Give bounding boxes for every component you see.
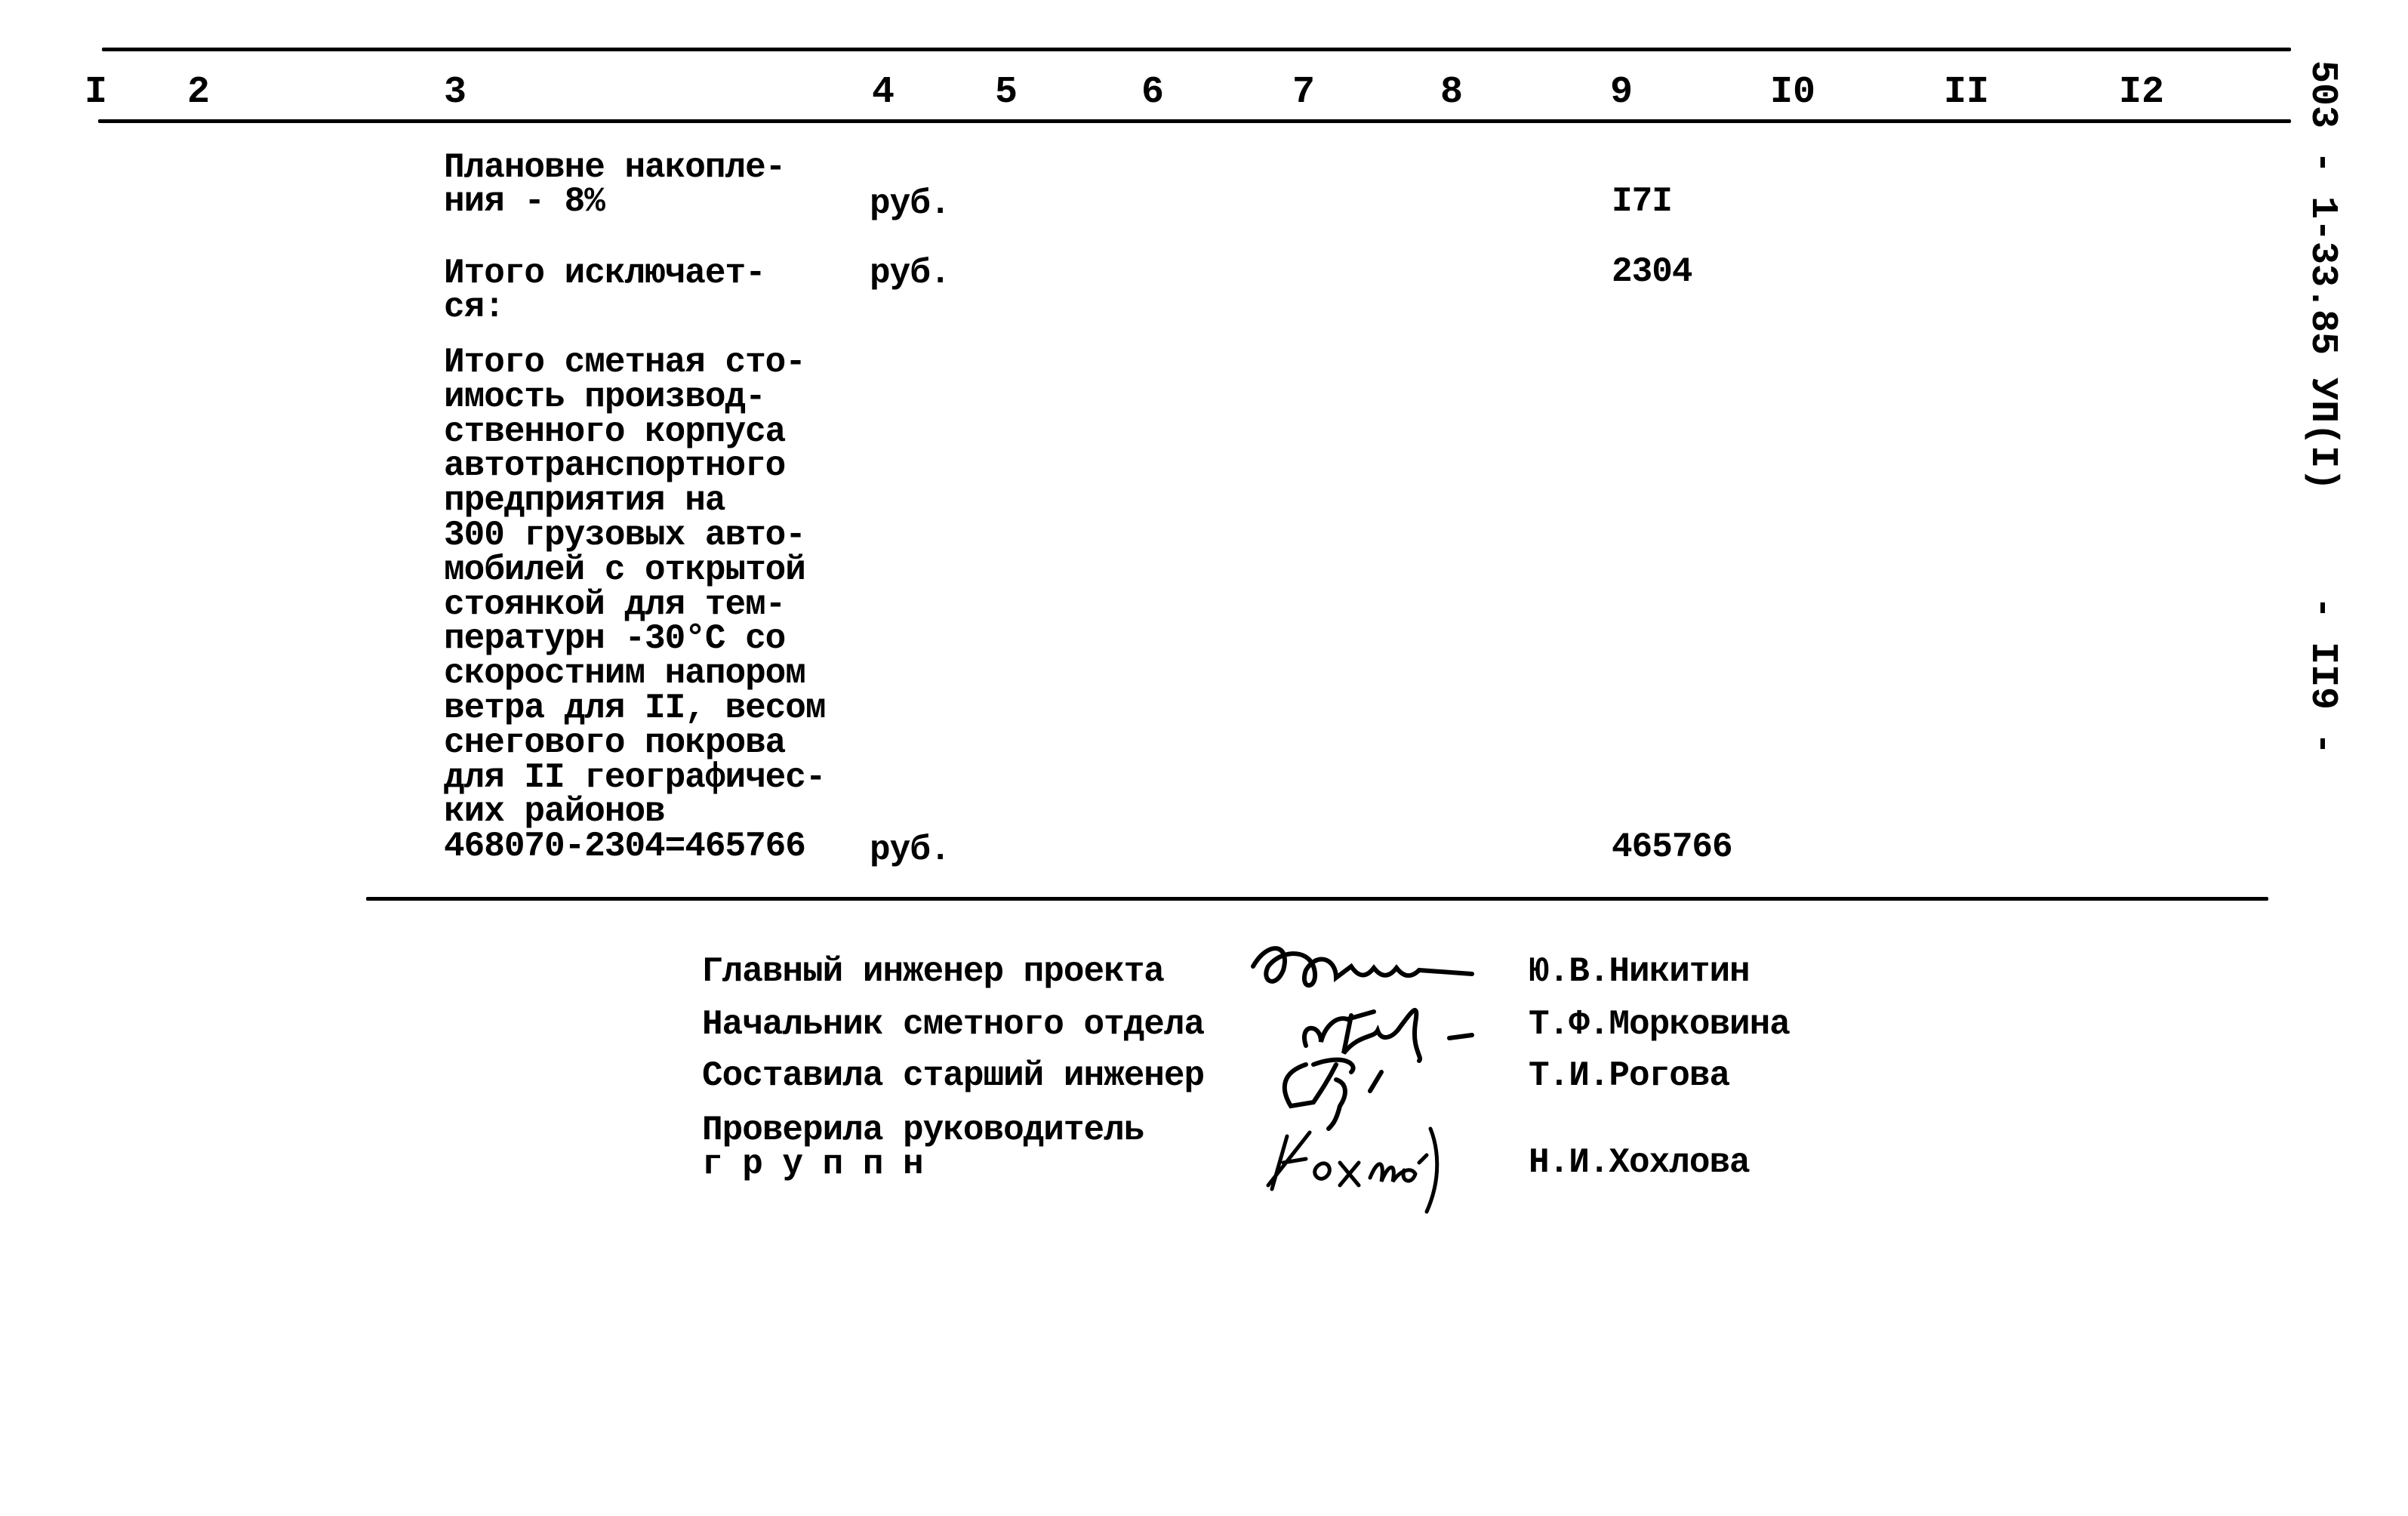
column-number-10: I0 [1770, 71, 1816, 114]
header-top-rule [102, 48, 2291, 51]
column-number-8: 8 [1440, 71, 1464, 114]
row-3-description: Итого сметная сто- имость производ- стве… [444, 343, 826, 867]
row-1-description: Плановне накопле- ния - 8% [444, 148, 786, 221]
row-1-value: I7I [1612, 182, 1673, 221]
row-3-unit: руб. [870, 830, 950, 870]
column-number-4: 4 [872, 71, 895, 114]
signature-role-3: Составила старший инженер [702, 1056, 1205, 1095]
page-number: - II9 - [2301, 596, 2344, 756]
signature-role-1: Главный инженер проекта [702, 952, 1165, 991]
column-number-1: I [85, 71, 108, 114]
signatory-name-1: Ю.В.Никитин [1529, 952, 1751, 991]
row-2-unit: руб. [870, 254, 950, 293]
row-1-unit: руб. [870, 184, 950, 223]
row-2-value: 2304 [1612, 252, 1692, 291]
column-number-3: 3 [444, 71, 467, 114]
column-number-11: II [1944, 71, 1990, 114]
column-number-9: 9 [1610, 71, 1634, 114]
signatory-name-3: Т.И.Рогова [1529, 1056, 1730, 1095]
column-number-5: 5 [995, 71, 1018, 114]
column-number-2: 2 [187, 71, 211, 114]
signatory-name-4: Н.И.Хохлова [1529, 1143, 1751, 1182]
row-3-value: 465766 [1612, 827, 1733, 867]
row-2-description: Итого исключает- ся: [444, 254, 766, 327]
signature-role-2: Начальник сметного отдела [702, 1005, 1205, 1044]
signature-role-4: Проверила руководитель г р у п п н [702, 1111, 1144, 1184]
table-bottom-rule [366, 897, 2268, 901]
column-number-7: 7 [1292, 71, 1316, 114]
signatory-name-2: Т.Ф.Морковина [1529, 1005, 1791, 1044]
document-code: 503 - 1-33.85 УП(I) [2301, 60, 2344, 491]
column-number-6: 6 [1141, 71, 1165, 114]
header-bottom-rule [98, 119, 2291, 123]
handwritten-signature-4 [1264, 1117, 1506, 1219]
column-number-12: I2 [2119, 71, 2165, 114]
